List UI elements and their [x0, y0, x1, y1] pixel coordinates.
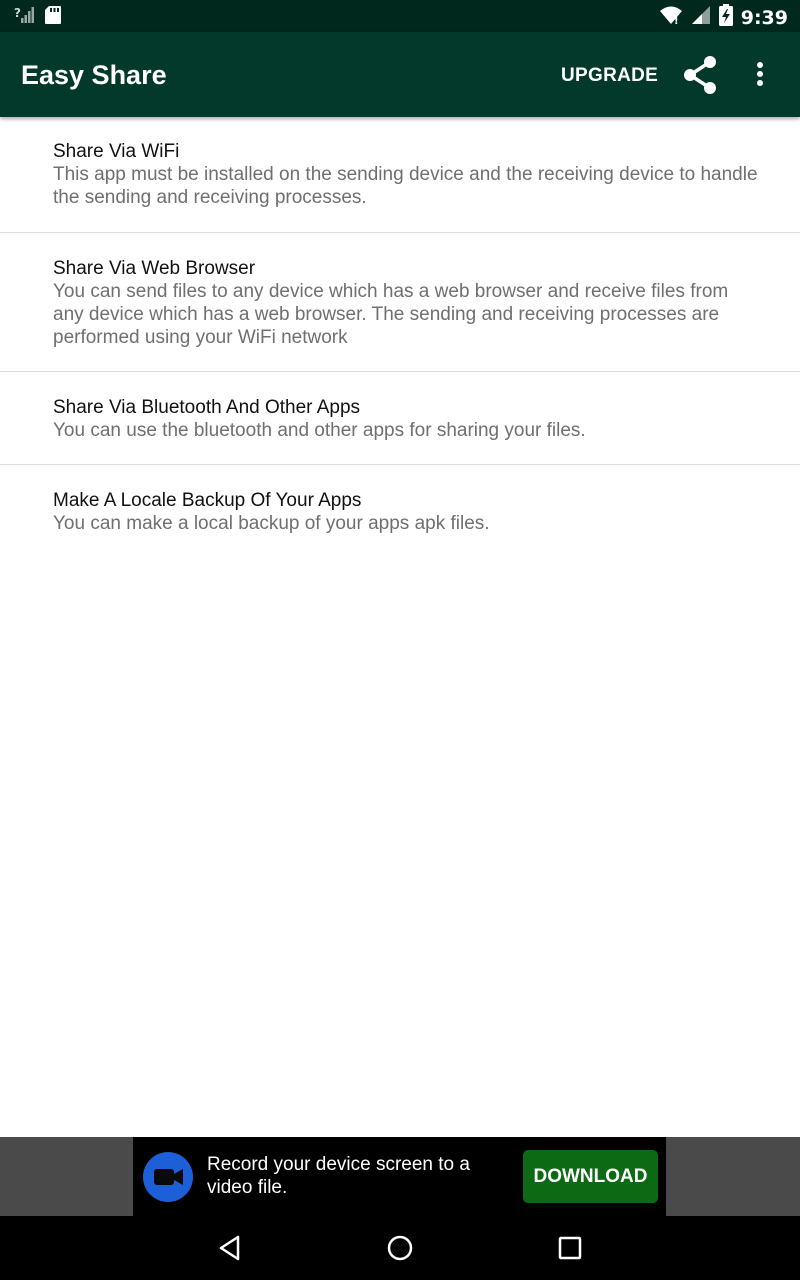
ad-content[interactable]: Record your device screen to a video fil… [133, 1137, 666, 1216]
list-item-description: You can use the bluetooth and other apps… [53, 420, 586, 441]
svg-text:?: ? [14, 6, 21, 20]
signal-icon [691, 5, 711, 30]
nav-home-button[interactable] [384, 1232, 416, 1264]
status-bar: ? ! 9:39 [0, 0, 800, 32]
video-camera-icon [143, 1152, 193, 1202]
ad-download-button[interactable]: DOWNLOAD [523, 1150, 658, 1203]
back-icon [214, 1235, 246, 1268]
app-title: Easy Share [21, 60, 167, 90]
list-item-local-backup[interactable]: Make A Locale Backup Of Your Apps You ca… [0, 465, 800, 558]
battery-charging-icon [718, 4, 733, 31]
share-options-list: Share Via WiFi This app must be installe… [0, 117, 800, 558]
status-left-icons: ? [14, 5, 62, 30]
list-item-title: Share Via WiFi [53, 141, 180, 162]
overflow-menu-button[interactable] [748, 58, 772, 90]
more-vert-icon [748, 62, 772, 94]
svg-text:!: ! [674, 16, 679, 25]
ad-banner: Record your device screen to a video fil… [0, 1137, 800, 1216]
no-signal-icon: ? [14, 5, 34, 30]
nav-recents-button[interactable] [554, 1232, 586, 1264]
share-button[interactable] [682, 55, 718, 95]
ad-text: Record your device screen to a video fil… [207, 1154, 470, 1198]
sd-card-icon [44, 5, 62, 30]
upgrade-button[interactable]: UPGRADE [561, 65, 658, 87]
home-icon [384, 1235, 416, 1268]
navigation-bar [0, 1216, 800, 1280]
status-time: 9:39 [740, 6, 788, 29]
wifi-icon: ! [659, 5, 683, 30]
list-item-description: This app must be installed on the sendin… [53, 164, 758, 208]
list-item-description: You can make a local backup of your apps… [53, 513, 490, 534]
list-item-title: Share Via Bluetooth And Other Apps [53, 397, 361, 418]
nav-back-button[interactable] [214, 1232, 246, 1264]
recents-icon [554, 1236, 586, 1268]
list-item-share-via-bluetooth[interactable]: Share Via Bluetooth And Other Apps You c… [0, 372, 800, 465]
list-item-title: Share Via Web Browser [53, 258, 256, 279]
list-item-title: Make A Locale Backup Of Your Apps [53, 490, 362, 511]
app-bar: Easy Share UPGRADE [0, 32, 800, 117]
list-item-description: You can send files to any device which h… [53, 281, 729, 348]
list-item-share-via-web-browser[interactable]: Share Via Web Browser You can send files… [0, 233, 800, 372]
status-right-icons: ! 9:39 [659, 4, 788, 31]
list-item-share-via-wifi[interactable]: Share Via WiFi This app must be installe… [0, 117, 800, 233]
share-icon [682, 56, 718, 99]
